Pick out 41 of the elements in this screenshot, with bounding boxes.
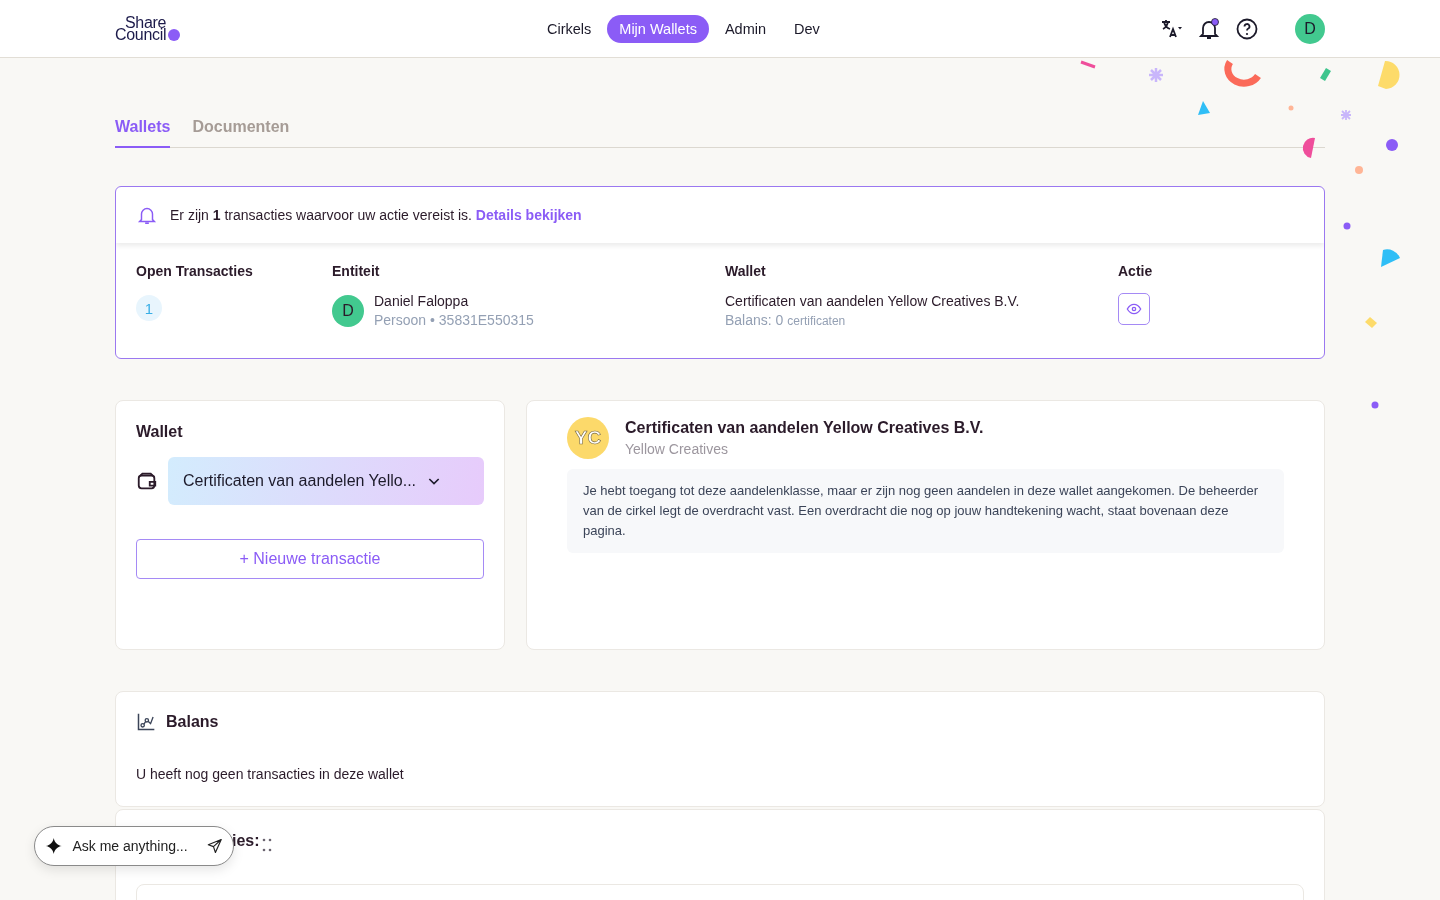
assistant-bar[interactable]: Ask me anything...: [34, 826, 234, 866]
alert-text: Er zijn 1 transacties waarvoor uw actie vereist is. Details bekijken: [170, 207, 582, 223]
balance-unit: certificaten: [787, 314, 846, 328]
entity-detail: Persoon • 35831E550315: [374, 312, 534, 328]
wallet-dropdown[interactable]: Certificaten van aandelen Yello...: [168, 457, 484, 505]
info-message: Je hebt toegang tot deze aandelenklasse, maar er zijn nog geen aandelen in deze wallet aangekomen. De beheerder van de cirkel legt de overdracht vast. Een overdracht die nog op jouw handtekening wacht, staat bovenaan deze pagina.: [567, 469, 1284, 553]
eye-icon: [1126, 301, 1142, 317]
nav-tab[interactable]: Admin: [712, 14, 779, 43]
sparkle-icon: [45, 837, 63, 855]
column-header: Open Transacties: [136, 263, 253, 279]
help-icon[interactable]: [1235, 16, 1259, 41]
bell-icon[interactable]: [1197, 16, 1221, 41]
card-title: Wallet: [136, 423, 183, 440]
wallet-name: Certificaten van aandelen Yellow Creatives B.V.: [725, 293, 1021, 309]
wallet-title: Certificaten van aandelen Yellow Creatives B.V.: [625, 419, 984, 437]
empty-message: U heeft nog geen transacties in deze wallet: [136, 766, 405, 782]
balance-label: Balans: 0: [725, 312, 784, 328]
nav-tab[interactable]: Mijn Wallets: [607, 14, 709, 43]
card-title: ies:: [232, 832, 260, 849]
logo[interactable]: Share Council: [115, 16, 535, 41]
company-name: Yellow Creatives: [625, 441, 729, 457]
tab[interactable]: Wallets: [115, 118, 171, 148]
wallet-icon: [136, 470, 158, 492]
view-button[interactable]: [1118, 293, 1150, 325]
column-header: Wallet: [725, 263, 766, 279]
send-icon[interactable]: [207, 838, 223, 854]
entity-avatar: D: [332, 294, 364, 327]
user-avatar[interactable]: D: [1295, 13, 1325, 44]
drag-handle-icon[interactable]: [262, 838, 272, 852]
company-avatar: YC: [567, 417, 609, 459]
count-badge: 1: [136, 295, 162, 321]
new-transaction-button[interactable]: + Nieuwe transactie: [136, 539, 484, 579]
nav-tab[interactable]: Cirkels: [535, 14, 604, 43]
entity-name: Daniel Faloppa: [374, 293, 470, 309]
details-link[interactable]: Details bekijken: [475, 207, 582, 223]
column-header: Actie: [1118, 263, 1153, 279]
column-header: Entiteit: [332, 263, 380, 279]
card-title: Balans: [166, 713, 219, 731]
nav-tab[interactable]: Dev: [782, 14, 832, 43]
chart-icon: [136, 712, 156, 732]
assistant-field[interactable]: Ask me anything...: [70, 837, 200, 855]
